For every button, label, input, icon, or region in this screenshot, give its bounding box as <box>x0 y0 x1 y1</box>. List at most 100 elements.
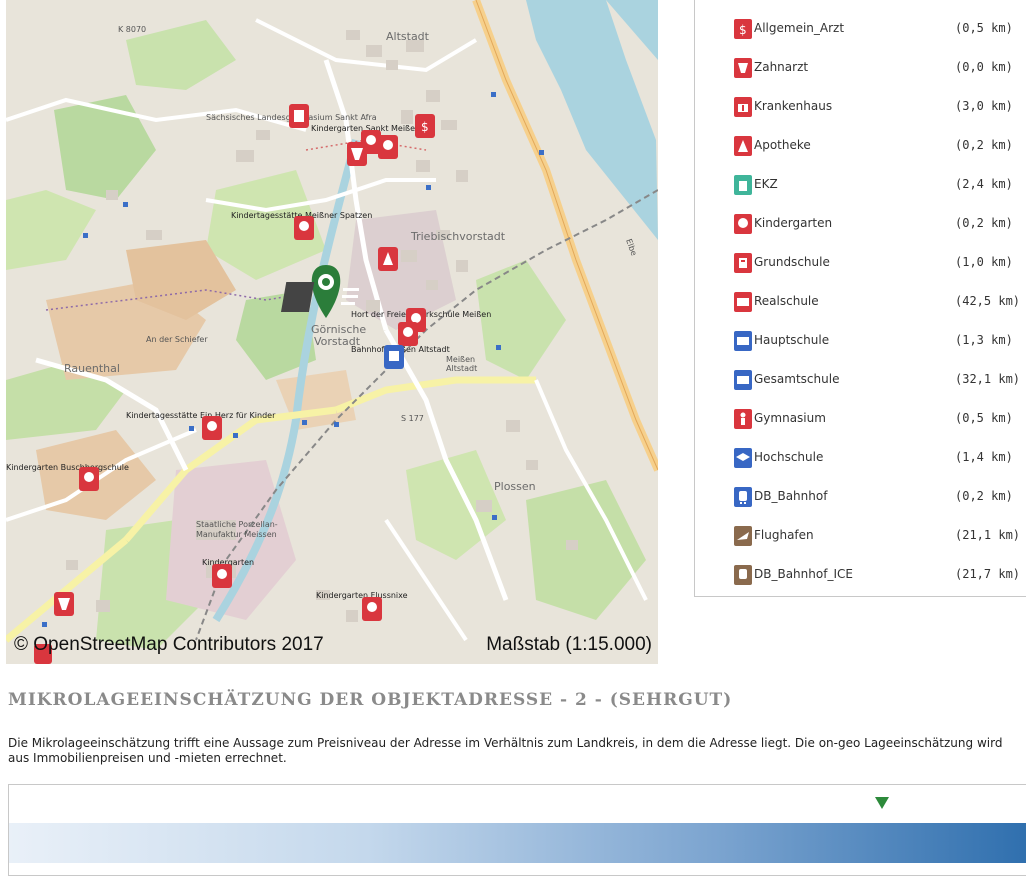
poi-name: EKZ <box>754 177 778 191</box>
svg-text:$: $ <box>739 23 747 37</box>
tooth-icon <box>734 58 752 78</box>
poi-distance: (1,4 km) <box>955 450 1013 464</box>
svg-text:Meißen: Meißen <box>446 355 475 364</box>
poi-name: Apotheke <box>754 138 811 152</box>
svg-text:Kindertagesstätte Ein Herz für: Kindertagesstätte Ein Herz für Kinder <box>126 411 276 420</box>
hospital-icon <box>734 97 752 117</box>
kindergarten-marker-icon[interactable] <box>378 135 398 159</box>
doctor-marker-icon[interactable]: $ <box>415 114 435 138</box>
list-item: Realschule (42,5 km) <box>695 285 1026 323</box>
kindergarten-marker-icon[interactable] <box>294 216 314 240</box>
list-item: Gymnasium (0,5 km) <box>695 402 1026 440</box>
poi-distance: (1,3 km) <box>955 333 1013 347</box>
poi-name: Allgemein_Arzt <box>754 21 845 35</box>
ice-train-icon <box>734 565 752 585</box>
svg-text:An der Schiefer: An der Schiefer <box>146 335 208 344</box>
svg-text:K 8070: K 8070 <box>118 25 146 34</box>
poi-distance: (0,2 km) <box>955 216 1013 230</box>
poi-name: DB_Bahnhof <box>754 489 828 503</box>
kindergarten-marker-icon[interactable] <box>398 322 418 346</box>
kindergarten-marker-icon[interactable] <box>362 597 382 621</box>
svg-text:$: $ <box>421 120 429 134</box>
gymnasium-marker-icon[interactable] <box>289 104 309 128</box>
list-item: DB_Bahnhof (0,2 km) <box>695 480 1026 518</box>
list-item: Flughafen (21,1 km) <box>695 519 1026 557</box>
list-item: EKZ (2,4 km) <box>695 168 1026 206</box>
doctor-icon: $ <box>734 19 752 39</box>
list-item: Hochschule (1,4 km) <box>695 441 1026 479</box>
rating-gradient-bar <box>9 823 1026 863</box>
section-title: MIKROLAGEEINSCHÄTZUNG DER OBJEKTADRESSE … <box>8 690 733 710</box>
list-item: Apotheke (0,2 km) <box>695 129 1026 167</box>
poi-name: Flughafen <box>754 528 814 542</box>
poi-distance: (0,2 km) <box>955 138 1013 152</box>
svg-text:Manufaktur Meissen: Manufaktur Meissen <box>196 530 277 539</box>
list-item: Kindergarten (0,2 km) <box>695 207 1026 245</box>
airport-icon <box>734 526 752 546</box>
poi-name: Gesamtschule <box>754 372 840 386</box>
poi-name: Hochschule <box>754 450 824 464</box>
secondary-school-icon <box>734 292 752 312</box>
university-icon <box>734 448 752 468</box>
svg-text:Altstadt: Altstadt <box>446 364 477 373</box>
poi-distance: (42,5 km) <box>955 294 1021 308</box>
poi-name: Hauptschule <box>754 333 830 347</box>
location-map[interactable]: K 8070 Sächsisches Landesgymnasium Sankt… <box>6 0 658 664</box>
svg-text:S 177: S 177 <box>401 414 424 423</box>
pharmacy-icon <box>734 136 752 156</box>
kindergarten-icon <box>734 214 752 234</box>
map-attribution: © OpenStreetMap Contributors 2017 <box>14 634 324 655</box>
list-item: Gesamtschule (32,1 km) <box>695 363 1026 401</box>
list-item: Krankenhaus (3,0 km) <box>695 90 1026 128</box>
poi-name: DB_Bahnhof_ICE <box>754 567 853 581</box>
svg-text:Plossen: Plossen <box>494 480 536 493</box>
poi-distance: (1,0 km) <box>955 255 1013 269</box>
shopping-icon <box>734 175 752 195</box>
svg-text:Staatliche Porzellan-: Staatliche Porzellan- <box>196 520 278 529</box>
poi-distance-list: $ Allgemein_Arzt (0,5 km) Zahnarzt (0,0 … <box>694 0 1026 597</box>
map-scale-label: Maßstab (1:15.000) <box>486 634 652 655</box>
svg-text:Rauenthal: Rauenthal <box>64 362 120 375</box>
train-marker-icon[interactable] <box>384 345 404 369</box>
poi-distance: (2,4 km) <box>955 177 1013 191</box>
gymnasium-icon <box>734 409 752 429</box>
comprehensive-school-icon <box>734 370 752 390</box>
rating-marker-icon <box>875 797 889 809</box>
kindergarten-marker-icon[interactable] <box>212 564 232 588</box>
poi-name: Realschule <box>754 294 819 308</box>
svg-text:Triebischvorstadt: Triebischvorstadt <box>410 230 506 243</box>
poi-name: Zahnarzt <box>754 60 809 74</box>
poi-distance: (3,0 km) <box>955 99 1013 113</box>
train-icon <box>734 487 752 507</box>
poi-name: Grundschule <box>754 255 830 269</box>
list-item: Zahnarzt (0,0 km) <box>695 51 1026 89</box>
primary-school-icon <box>734 253 752 273</box>
poi-name: Krankenhaus <box>754 99 833 113</box>
pharmacy-marker-icon[interactable] <box>378 247 398 271</box>
section-description: Die Mikrolageeinschätzung trifft eine Au… <box>8 736 1003 765</box>
poi-name: Kindergarten <box>754 216 833 230</box>
poi-distance: (0,0 km) <box>955 60 1013 74</box>
poi-distance: (21,1 km) <box>955 528 1021 542</box>
tooth-marker-icon[interactable] <box>347 142 367 166</box>
rating-scale <box>8 784 1026 876</box>
kindergarten-marker-icon[interactable] <box>79 467 99 491</box>
poi-distance: (0,5 km) <box>955 411 1013 425</box>
poi-name: Gymnasium <box>754 411 826 425</box>
poi-distance: (32,1 km) <box>955 372 1021 386</box>
school-blue-icon <box>734 331 752 351</box>
poi-distance: (0,2 km) <box>955 489 1013 503</box>
svg-text:Kindergarten Flussnixe: Kindergarten Flussnixe <box>316 591 408 600</box>
poi-distance: (21,7 km) <box>955 567 1021 581</box>
list-item: DB_Bahnhof_ICE (21,7 km) <box>695 558 1026 596</box>
svg-text:Altstadt: Altstadt <box>386 30 430 43</box>
map-canvas[interactable]: K 8070 Sächsisches Landesgymnasium Sankt… <box>6 0 658 664</box>
tooth-marker-icon[interactable] <box>54 592 74 616</box>
kindergarten-marker-icon[interactable] <box>202 416 222 440</box>
list-item: Grundschule (1,0 km) <box>695 246 1026 284</box>
svg-text:Kindergarten Buschbergschule: Kindergarten Buschbergschule <box>6 463 129 472</box>
svg-text:Vorstadt: Vorstadt <box>314 335 361 348</box>
list-item: $ Allgemein_Arzt (0,5 km) <box>695 12 1026 50</box>
list-item: Hauptschule (1,3 km) <box>695 324 1026 362</box>
poi-distance: (0,5 km) <box>955 21 1013 35</box>
